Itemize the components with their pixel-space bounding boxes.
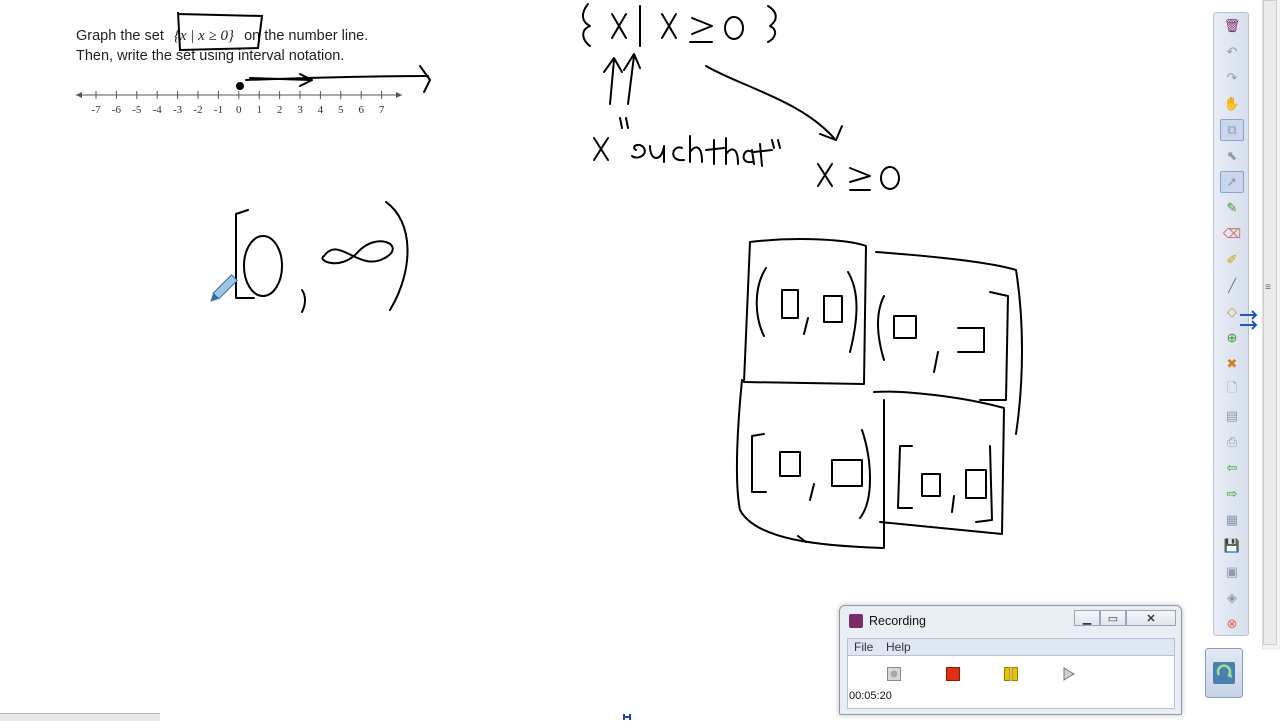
eraser-tool-button[interactable]: ⌫ <box>1220 223 1244 245</box>
recorder-app-icon <box>849 614 863 628</box>
recording-title: Recording <box>869 614 926 628</box>
close-tool-button[interactable]: ⊗ <box>1220 613 1244 635</box>
number-line-label: -2 <box>193 104 202 116</box>
menu-bar: File Help <box>847 638 1175 656</box>
undo-icon: ↶ <box>1226 44 1238 59</box>
number-line-label: -3 <box>173 104 183 116</box>
line-tool-button[interactable]: ╱ <box>1220 275 1244 297</box>
number-line-label: -1 <box>214 104 223 116</box>
number-line-label: -6 <box>112 104 122 116</box>
eraser-icon: ⌫ <box>1222 226 1242 241</box>
pointer-tool-button[interactable]: ➚ <box>1220 171 1244 193</box>
number-line: -7 -6 -5 -4 -3 -2 -1 0 1 2 3 4 5 6 7 <box>76 91 402 116</box>
ink-arrow-right <box>705 65 843 141</box>
trash-icon: 🗑 <box>1223 18 1241 33</box>
save-tool-button[interactable]: 💾 <box>1220 535 1244 557</box>
page-tool-button[interactable]: ▤ <box>1220 405 1244 427</box>
toolbar-grip-icon[interactable]: ≡ <box>1265 282 1271 293</box>
screen-capture-icon: ⎙ <box>1226 434 1238 449</box>
ink-set-builder <box>582 3 777 47</box>
play-button[interactable] <box>1060 665 1078 683</box>
next-page-icon: ⇨ <box>1226 486 1238 501</box>
new-page-icon: 🗋 <box>1226 380 1238 395</box>
new-page-tool-button[interactable]: 🗋 <box>1220 379 1244 401</box>
pause-icon <box>1004 667 1018 681</box>
number-line-label: 2 <box>277 104 283 116</box>
pointer-icon: ➚ <box>1226 174 1238 189</box>
copy-icon: ⧉ <box>1227 122 1237 137</box>
trash-tool-button[interactable]: 🗑 <box>1220 15 1244 37</box>
pen-cursor-icon <box>210 274 238 302</box>
insert-icon: ⊕ <box>1226 330 1238 345</box>
number-line-label: 6 <box>358 104 364 116</box>
play-icon <box>1063 667 1075 681</box>
ink-arrows-up <box>603 53 641 105</box>
ink-box-set <box>177 11 264 52</box>
toolbar-toggle-button[interactable] <box>1205 648 1243 698</box>
number-line-label: -5 <box>132 104 142 116</box>
image-tool-button[interactable]: ▣ <box>1220 561 1244 583</box>
shape-icon: ◇ <box>1227 304 1237 319</box>
menu-help[interactable]: Help <box>886 640 911 654</box>
number-line-label: -7 <box>91 104 101 116</box>
scrollbar-thumb[interactable] <box>1263 0 1277 645</box>
highlighter-tool-button[interactable]: ✐ <box>1220 249 1244 271</box>
number-line-label: 1 <box>256 104 262 116</box>
close-icon: ⊗ <box>1226 616 1238 631</box>
cursor-fragment-icon <box>623 714 631 720</box>
undo-tool-button[interactable]: ↶ <box>1220 41 1244 63</box>
prev-page-icon: ⇦ <box>1226 460 1238 475</box>
problem-line1-start: Graph the set <box>76 28 164 44</box>
ink-interval-notation <box>235 201 409 313</box>
highlighter-icon: ✐ <box>1226 252 1238 267</box>
next-page-tool-button[interactable]: ⇨ <box>1220 483 1244 505</box>
close-button[interactable]: ✕ <box>1126 610 1176 626</box>
pen-tool-button[interactable]: ✎ <box>1220 197 1244 219</box>
ink-graph-ray <box>236 65 431 93</box>
page-icon: ▤ <box>1225 408 1239 423</box>
select-tool-button[interactable]: ⬉ <box>1220 145 1244 167</box>
delete-icon: ✖ <box>1226 356 1238 371</box>
refresh-icon <box>1213 662 1235 684</box>
select-icon: ⬉ <box>1226 148 1238 163</box>
screen-capture-tool-button[interactable]: ⎙ <box>1220 431 1244 453</box>
number-line-label: 5 <box>338 104 344 116</box>
number-line-label: 7 <box>379 104 385 116</box>
table-icon: ▦ <box>1225 512 1239 527</box>
clear-icon: ◈ <box>1227 590 1237 605</box>
dock-arrows-icon[interactable] <box>1238 308 1262 332</box>
table-tool-button[interactable]: ▦ <box>1220 509 1244 531</box>
prev-page-tool-button[interactable]: ⇦ <box>1220 457 1244 479</box>
maximize-button[interactable]: ▭ <box>1100 610 1126 626</box>
number-line-label: 0 <box>236 104 242 116</box>
redo-icon: ↷ <box>1226 70 1238 85</box>
hand-icon: ✋ <box>1223 96 1241 111</box>
record-button[interactable] <box>885 665 903 683</box>
save-icon: 💾 <box>1223 538 1241 553</box>
ink-interval-boxes <box>735 238 1023 549</box>
ink-condition <box>817 163 900 191</box>
clear-tool-button[interactable]: ◈ <box>1220 587 1244 609</box>
number-line-label: 4 <box>318 104 324 116</box>
delete-tool-button[interactable]: ✖ <box>1220 353 1244 375</box>
recording-controls: 00:05:20 <box>847 656 1175 709</box>
menu-file[interactable]: File <box>854 640 873 654</box>
redo-tool-button[interactable]: ↷ <box>1220 67 1244 89</box>
image-icon: ▣ <box>1225 564 1239 579</box>
pen-icon: ✎ <box>1226 200 1238 215</box>
record-icon <box>887 667 901 681</box>
line-icon: ╱ <box>1228 278 1236 293</box>
number-line-label: -4 <box>153 104 163 116</box>
copy-tool-button[interactable]: ⧉ <box>1220 119 1244 141</box>
stop-button[interactable] <box>944 665 962 683</box>
elapsed-time: 00:05:20 <box>849 690 892 702</box>
pause-button[interactable] <box>1002 665 1020 683</box>
number-line-label: 3 <box>297 104 303 116</box>
recording-window: Recording ▁ ▭ ✕ File Help 00:05:20 <box>839 605 1182 715</box>
minimize-button[interactable]: ▁ <box>1074 610 1100 626</box>
ink-such-that <box>593 117 781 167</box>
hand-tool-button[interactable]: ✋ <box>1220 93 1244 115</box>
stop-icon <box>946 667 960 681</box>
